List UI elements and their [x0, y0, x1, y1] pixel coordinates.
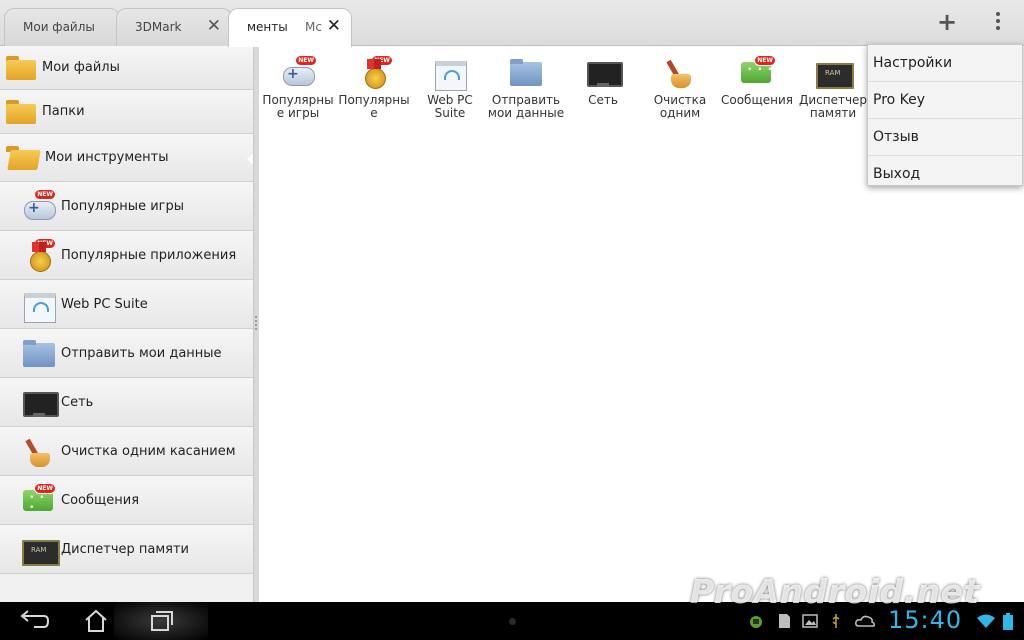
- sidebar-item-label: Мои инструменты: [45, 150, 169, 165]
- tab-my-files[interactable]: Мои файлы: [4, 8, 120, 46]
- sidebar-item-network[interactable]: Сеть: [0, 378, 253, 427]
- grid-item-label: Сеть: [588, 93, 618, 107]
- sidebar-item-popular-apps[interactable]: NEW Популярные приложения: [0, 231, 253, 280]
- tab-label: 3DMark: [135, 20, 182, 34]
- new-badge: NEW: [34, 189, 56, 200]
- android-icon: [748, 613, 764, 629]
- tab-label-overflow: Мс: [305, 20, 322, 34]
- tab-label: менты: [247, 20, 288, 34]
- grid-item-label: Отправить мои данные: [487, 93, 565, 120]
- grid-item-popular-games[interactable]: NEW Популярные игры: [259, 55, 337, 120]
- sidebar-item-label: Web PC Suite: [61, 296, 148, 312]
- overflow-menu: Настройки Pro Key Отзыв Выход: [867, 44, 1023, 186]
- usb-icon: [828, 613, 844, 629]
- new-badge: NEW: [34, 483, 56, 494]
- tab-3dmark[interactable]: 3DMark ✕: [116, 8, 232, 46]
- ram-icon: [816, 56, 854, 90]
- network-monitor-icon: [22, 386, 59, 418]
- menu-item-settings[interactable]: Настройки: [868, 45, 1022, 82]
- battery-icon: [1002, 613, 1014, 630]
- sidebar-item-label: Мои файлы: [42, 60, 120, 75]
- apps-medal-icon: NEW: [357, 55, 393, 90]
- web-pc-suite-icon: [433, 56, 467, 91]
- sidebar-item-messages[interactable]: NEW Сообщения: [0, 476, 253, 525]
- sidebar-item-popular-games[interactable]: NEW Популярные игры: [0, 182, 253, 231]
- grid-item-network[interactable]: Сеть: [564, 56, 642, 107]
- sidebar-item-memory-manager[interactable]: Диспетчер памяти: [0, 525, 253, 574]
- web-pc-suite-icon: [22, 288, 56, 323]
- folder-icon: [6, 99, 36, 124]
- sidebar-item-web-pc-suite[interactable]: Web PC Suite: [0, 280, 253, 329]
- grid-item-popular-apps[interactable]: NEW Популярные: [335, 55, 413, 120]
- menu-dot-icon[interactable]: [509, 618, 516, 625]
- recent-apps-icon[interactable]: [140, 608, 180, 634]
- add-tab-button[interactable]: +: [934, 8, 960, 36]
- send-data-icon: [22, 337, 55, 369]
- sidebar-item-label: Отправить мои данные: [61, 345, 222, 361]
- home-icon[interactable]: [76, 608, 116, 634]
- messages-icon: NEW: [22, 483, 56, 516]
- folder-icon: [6, 55, 36, 80]
- watermark-logo: ProAndroid.net: [690, 572, 980, 611]
- close-icon[interactable]: ✕: [327, 16, 341, 36]
- broom-icon: [22, 435, 54, 467]
- menu-item-exit[interactable]: Выход: [868, 156, 1022, 185]
- sidebar-item-label: Папки: [42, 104, 85, 119]
- grid-item-label: Web PC Suite: [427, 93, 473, 120]
- messages-icon: NEW: [740, 55, 776, 90]
- overflow-menu-icon[interactable]: [990, 9, 1006, 35]
- sidebar-item-label: Очистка одним касанием: [61, 443, 236, 459]
- sidebar-item-label: Сообщения: [61, 492, 140, 508]
- cloud-icon: [854, 613, 876, 629]
- sidebar-item-label: Диспетчер памяти: [61, 541, 190, 557]
- grid-item-label: Очистка одним: [653, 93, 707, 120]
- sidebar-item-label: Сеть: [61, 394, 94, 410]
- image-icon: [802, 613, 818, 629]
- games-icon: NEW: [22, 189, 56, 222]
- network-monitor-icon: [586, 56, 623, 90]
- sidebar-item-folders[interactable]: Папки: [0, 90, 253, 134]
- sidebar-item-label: Популярные приложения: [61, 247, 237, 263]
- sidebar: Мои файлы Папки Мои инструменты NEW Попу…: [0, 46, 253, 602]
- grid-item-web-pc-suite[interactable]: Web PC Suite: [411, 56, 489, 120]
- back-icon[interactable]: [14, 608, 54, 634]
- grid-item-label: Популярные: [338, 93, 410, 120]
- close-icon[interactable]: ✕: [207, 16, 221, 36]
- grid-item-label: Диспетчер памяти: [798, 93, 868, 120]
- wifi-icon: [976, 613, 996, 629]
- new-badge: NEW: [295, 55, 317, 66]
- tab-my-tools[interactable]: менты Мс ✕: [228, 8, 352, 47]
- new-badge: NEW: [754, 55, 776, 66]
- grid-item-send-data[interactable]: Отправить мои данные: [487, 56, 565, 120]
- drag-handle-icon[interactable]: [255, 316, 257, 330]
- grid-item-label: Сообщения: [720, 93, 793, 107]
- broom-icon: [663, 56, 697, 90]
- sidebar-item-my-tools[interactable]: Мои инструменты: [0, 134, 253, 182]
- grid-item-messages[interactable]: NEW Сообщения: [718, 55, 796, 107]
- sidebar-item-label: Популярные игры: [61, 198, 184, 214]
- sidebar-item-my-files[interactable]: Мои файлы: [0, 46, 253, 90]
- new-badge: NEW: [34, 238, 56, 249]
- sd-card-icon: [776, 613, 792, 629]
- apps-medal-icon: NEW: [22, 238, 56, 272]
- menu-item-feedback[interactable]: Отзыв: [868, 119, 1022, 156]
- grid-item-one-tap-clean[interactable]: Очистка одним: [641, 56, 719, 120]
- sidebar-item-send-data[interactable]: Отправить мои данные: [0, 329, 253, 378]
- grid-item-label: Популярные игры: [262, 93, 334, 120]
- ram-icon: [22, 533, 60, 566]
- send-data-icon: [509, 56, 543, 90]
- new-badge: NEW: [371, 55, 393, 66]
- folder-open-icon: [6, 145, 36, 170]
- sidebar-item-one-tap-clean[interactable]: Очистка одним касанием: [0, 427, 253, 476]
- games-icon: NEW: [281, 55, 317, 90]
- tab-bar: Мои файлы 3DMark ✕ менты Мс ✕ +: [0, 0, 1024, 47]
- tab-label: Мои файлы: [23, 20, 95, 34]
- grid-item-memory-manager[interactable]: Диспетчер памяти: [794, 56, 872, 120]
- menu-item-pro-key[interactable]: Pro Key: [868, 82, 1022, 119]
